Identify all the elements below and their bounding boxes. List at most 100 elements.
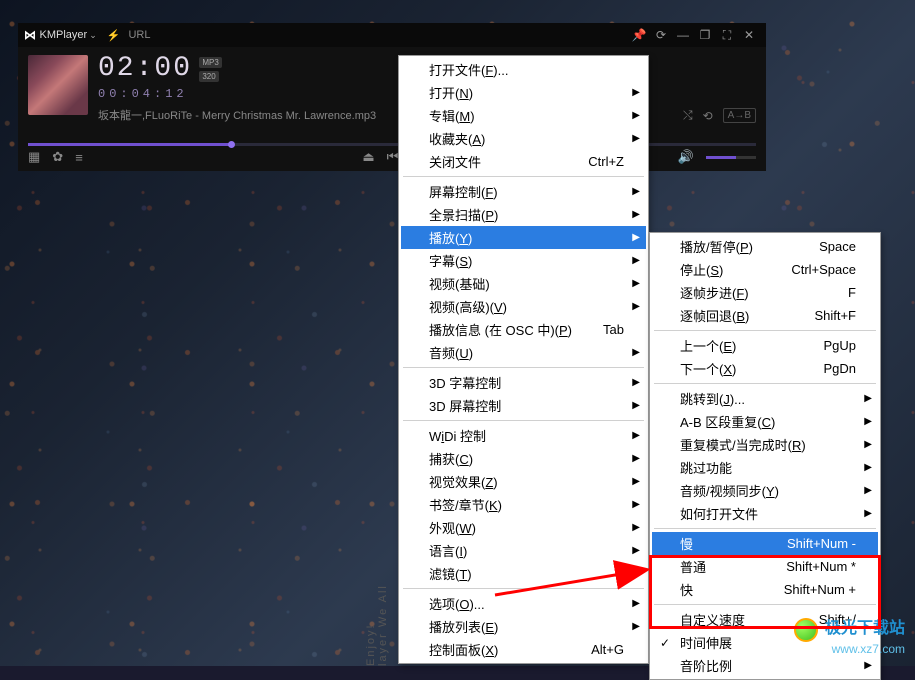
shuffle-icon[interactable]: ⤭	[683, 108, 693, 123]
submenu-arrow-icon: ▶	[632, 133, 640, 144]
sub-menu-item-16[interactable]: 普通Shift+Num *	[652, 555, 878, 578]
settings-icon[interactable]: ✿	[52, 149, 63, 165]
sub-menu-item-2[interactable]: 逐帧步进(F)F	[652, 281, 878, 304]
submenu-arrow-icon: ▶	[632, 87, 640, 98]
progress-thumb[interactable]	[228, 141, 235, 148]
main-menu-item-28[interactable]: 控制面板(X)Alt+G	[401, 638, 646, 661]
menu-item-label: 书签/章节(K)	[429, 495, 624, 514]
menu-item-label: 选项(O)...	[429, 594, 624, 613]
submenu-arrow-icon: ▶	[632, 598, 640, 609]
sub-menu-item-8[interactable]: 跳转到(J)...▶	[652, 387, 878, 410]
main-menu-item-3[interactable]: 收藏夹(A)▶	[401, 127, 646, 150]
repeat-icon[interactable]: ⟲	[703, 109, 713, 123]
album-art[interactable]	[28, 55, 88, 115]
main-menu-item-9[interactable]: 字幕(S) ▶	[401, 249, 646, 272]
grid-icon[interactable]: ▦	[28, 149, 40, 165]
kmplayer-window: ⋈ KMPlayer ⌄ ⚡ URL 📌 ⟳ — ❐ ⛶ ✕ 02:00 MP3…	[18, 23, 766, 171]
close-button[interactable]: ✕	[738, 28, 760, 42]
main-menu-item-19[interactable]: 捕获(C)▶	[401, 447, 646, 470]
restore-button[interactable]: ❐	[694, 28, 716, 42]
menu-separator	[654, 604, 876, 605]
sub-menu-item-10[interactable]: 重复模式/当完成时(R)▶	[652, 433, 878, 456]
menu-item-label: 逐帧回退(B)	[680, 306, 784, 325]
menu-shortcut: PgUp	[823, 338, 856, 353]
menu-item-label: 滤镜(T)	[429, 564, 624, 583]
bolt-icon[interactable]: ⚡	[107, 29, 121, 42]
sub-menu-item-17[interactable]: 快Shift+Num +	[652, 578, 878, 601]
url-label[interactable]: URL	[128, 29, 150, 41]
menu-item-label: 慢	[680, 534, 757, 553]
bitrate-badge: 320	[199, 71, 218, 82]
submenu-arrow-icon: ▶	[632, 621, 640, 632]
submenu-arrow-icon: ▶	[864, 462, 872, 473]
main-menu-item-12[interactable]: 播放信息 (在 OSC 中)(P)Tab	[401, 318, 646, 341]
main-menu-item-10[interactable]: 视频(基础)▶	[401, 272, 646, 295]
app-name[interactable]: KMPlayer	[40, 29, 88, 41]
pin-icon[interactable]: 📌	[628, 28, 650, 42]
main-menu-item-18[interactable]: WiDi 控制▶	[401, 424, 646, 447]
menu-separator	[403, 588, 644, 589]
fullscreen-button[interactable]: ⛶	[716, 28, 738, 43]
chevron-down-icon[interactable]: ⌄	[89, 30, 97, 41]
menu-item-label: 播放/暂停(P)	[680, 237, 789, 256]
menu-item-label: 自定义速度	[680, 610, 789, 629]
menu-item-label: 播放列表(E)	[429, 617, 624, 636]
prev-icon[interactable]: ⏮	[387, 149, 399, 165]
eject-icon[interactable]: ⏏	[362, 149, 374, 165]
elapsed-time: 02:00	[98, 53, 192, 84]
main-menu-item-1[interactable]: 打开(N)▶	[401, 81, 646, 104]
main-menu-item-2[interactable]: 专辑(M) ▶	[401, 104, 646, 127]
main-menu-item-24[interactable]: 滤镜(T)▶	[401, 562, 646, 585]
minimize-button[interactable]: —	[672, 28, 694, 42]
menu-item-label: 打开文件(F)...	[429, 60, 624, 79]
main-menu-item-15[interactable]: 3D 字幕控制▶	[401, 371, 646, 394]
menu-shortcut: PgDn	[823, 361, 856, 376]
menu-shortcut: Shift+Num *	[786, 559, 856, 574]
sub-menu-item-9[interactable]: A-B 区段重复(C)▶	[652, 410, 878, 433]
menu-shortcut: Ctrl+Space	[791, 262, 856, 277]
refresh-icon[interactable]: ⟳	[650, 28, 672, 42]
main-menu-item-11[interactable]: 视频(高级)(V)▶	[401, 295, 646, 318]
menu-item-label: 重复模式/当完成时(R)	[680, 435, 856, 454]
watermark-name: 极光下载站	[825, 620, 905, 637]
main-menu-item-8[interactable]: 播放(Y)▶	[401, 226, 646, 249]
menu-separator	[403, 176, 644, 177]
main-menu-item-22[interactable]: 外观(W)▶	[401, 516, 646, 539]
main-menu-item-23[interactable]: 语言(I)▶	[401, 539, 646, 562]
main-menu-item-27[interactable]: 播放列表(E) ▶	[401, 615, 646, 638]
main-menu-item-0[interactable]: 打开文件(F)...	[401, 58, 646, 81]
sub-menu-item-13[interactable]: 如何打开文件▶	[652, 502, 878, 525]
main-menu-item-16[interactable]: 3D 屏幕控制▶	[401, 394, 646, 417]
volume-icon[interactable]: 🔊	[678, 149, 694, 165]
sub-menu-item-0[interactable]: 播放/暂停(P)Space	[652, 235, 878, 258]
main-menu-item-21[interactable]: 书签/章节(K)▶	[401, 493, 646, 516]
main-menu-item-20[interactable]: 视觉效果(Z)▶	[401, 470, 646, 493]
main-menu-item-4[interactable]: 关闭文件Ctrl+Z	[401, 150, 646, 173]
submenu-arrow-icon: ▶	[632, 476, 640, 487]
submenu-arrow-icon: ▶	[632, 110, 640, 121]
ab-repeat-button[interactable]: A→B	[723, 108, 756, 123]
main-menu-item-13[interactable]: 音频(U)▶	[401, 341, 646, 364]
main-menu-item-26[interactable]: 选项(O)... ▶	[401, 592, 646, 615]
sub-menu-item-12[interactable]: 音频/视频同步(Y)▶	[652, 479, 878, 502]
menu-item-label: 字幕(S)	[429, 251, 624, 270]
sub-menu-item-6[interactable]: 下一个(X)PgDn	[652, 357, 878, 380]
submenu-arrow-icon: ▶	[632, 255, 640, 266]
sub-menu-item-1[interactable]: 停止(S)Ctrl+Space	[652, 258, 878, 281]
sub-menu-item-3[interactable]: 逐帧回退(B)Shift+F	[652, 304, 878, 327]
volume-slider[interactable]	[706, 156, 756, 159]
submenu-arrow-icon: ▶	[632, 430, 640, 441]
menu-item-label: 跳转到(J)...	[680, 389, 856, 408]
menu-item-label: 专辑(M)	[429, 106, 624, 125]
menu-item-label: 控制面板(X)	[429, 640, 561, 659]
main-menu-item-7[interactable]: 全景扫描(P)▶	[401, 203, 646, 226]
menu-separator	[403, 367, 644, 368]
submenu-arrow-icon: ▶	[632, 186, 640, 197]
main-menu-item-6[interactable]: 屏幕控制(F)▶	[401, 180, 646, 203]
sub-menu-item-15[interactable]: 慢Shift+Num -	[652, 532, 878, 555]
sub-menu-item-5[interactable]: 上一个(E)PgUp	[652, 334, 878, 357]
player-body: 02:00 MP3 320 00:04:12 坂本龍一,FLuoRiTe - M…	[18, 47, 766, 131]
list-icon[interactable]: ≡	[75, 150, 83, 165]
submenu-arrow-icon: ▶	[864, 485, 872, 496]
sub-menu-item-11[interactable]: 跳过功能▶	[652, 456, 878, 479]
